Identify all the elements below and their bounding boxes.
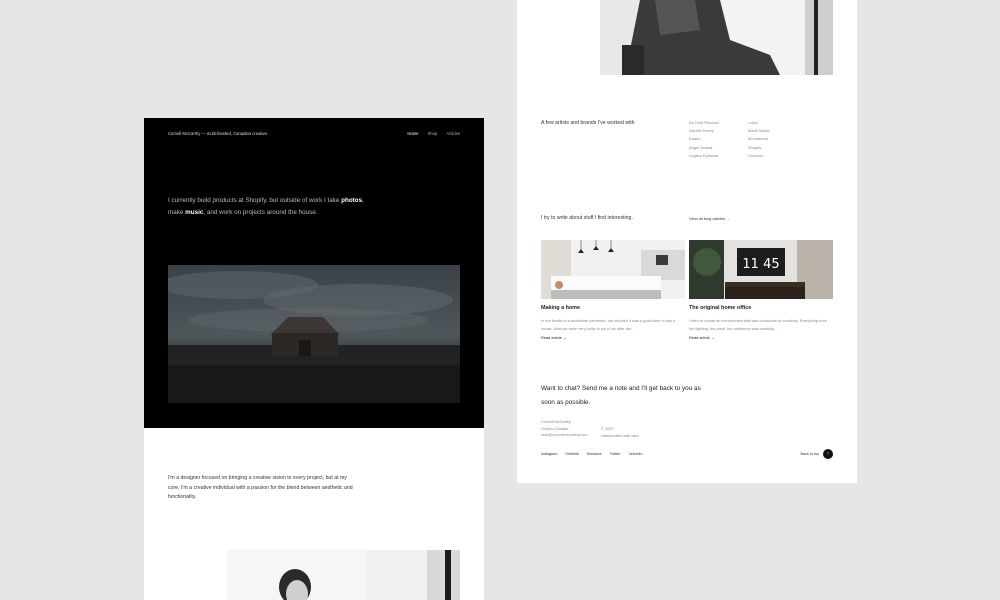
- about-text: I'm a designer focused on bringing a cre…: [168, 475, 353, 500]
- social-links: Instagram Dribbble Behance Twitter Linke…: [541, 452, 643, 456]
- intro-rest: , and work on projects around the house.: [203, 209, 318, 216]
- clock-display: 11 45: [742, 257, 779, 272]
- intro-line: I currently build products at Shopify, b…: [168, 197, 340, 204]
- client-item: Angel Acosta: [689, 144, 713, 150]
- view-all-articles-label: View all blog articles: [689, 216, 726, 221]
- arrow-right-icon: →: [726, 216, 731, 221]
- social-link-behance[interactable]: Behance: [587, 452, 602, 456]
- portrait-photo-seated: [600, 0, 833, 75]
- home-page-preview-lower: A few artists and brands I've worked wit…: [517, 0, 857, 483]
- back-to-top-label: Back to top: [800, 452, 819, 456]
- client-item: De Kind Records: [689, 120, 720, 125]
- article-card[interactable]: Making a home In the thralls of a worldw…: [541, 240, 685, 340]
- client-item: Kaabo: [689, 136, 701, 142]
- hero-section: Cornell McCarthy — multi-faceted, Canadi…: [144, 118, 484, 428]
- read-article-label: Read article: [541, 335, 562, 341]
- contact-info: Cornell McCarthy Ontario Canada mail@cor…: [541, 419, 587, 439]
- hero-photo-barn: [168, 265, 460, 403]
- handcrafted-note: Handcrafted with care: [601, 432, 639, 438]
- contact-email[interactable]: mail@cornellmccarthy.com: [541, 432, 587, 439]
- article-title[interactable]: Making a home: [541, 305, 685, 311]
- client-item: Lolos: [748, 120, 758, 125]
- client-item: Gareth Emery: [689, 128, 714, 134]
- clients-list: De Kind Records Lolos Gareth Emery Made …: [689, 120, 798, 158]
- home-page-preview: Cornell McCarthy — multi-faceted, Canadi…: [144, 118, 484, 600]
- arrow-right-icon: →: [709, 335, 715, 341]
- social-link-linkedin[interactable]: LinkedIn: [629, 452, 643, 456]
- intro-text: I currently build products at Shopify, b…: [168, 195, 368, 219]
- main-nav: Home Shop Articles: [407, 131, 460, 136]
- client-item: Legacy Eyewear: [689, 152, 719, 158]
- read-article-link[interactable]: Read article →: [689, 335, 833, 340]
- nav-link-shop[interactable]: Shop: [427, 131, 437, 136]
- clients-heading: A few artists and brands I've worked wit…: [541, 120, 635, 126]
- portrait-photo: [227, 550, 460, 600]
- site-brand[interactable]: Cornell McCarthy — multi-faceted, Canadi…: [168, 131, 268, 136]
- client-item: Monstercat: [748, 136, 768, 142]
- social-link-dribbble[interactable]: Dribbble: [565, 452, 579, 456]
- nav-link-articles[interactable]: Articles: [446, 131, 460, 136]
- intro-music[interactable]: music: [185, 209, 203, 216]
- footer-meta: © 2020 Handcrafted with care: [601, 426, 639, 439]
- kitchen-photo: [541, 240, 685, 299]
- arrow-up-icon: ↑: [823, 449, 833, 459]
- intro-photos[interactable]: photos: [341, 197, 362, 204]
- article-excerpt: I tried to create an environment that wa…: [689, 318, 827, 331]
- article-card[interactable]: 11 45 The original home office I tried t…: [689, 240, 833, 340]
- contact-cta: Want to chat? Send me a note and I'll ge…: [541, 385, 701, 406]
- read-article-label: Read article: [689, 335, 710, 341]
- client-item: Vicetone: [748, 152, 764, 158]
- social-link-twitter[interactable]: Twitter: [610, 452, 621, 456]
- article-excerpt: In the thralls of a worldwide pandemic, …: [541, 318, 676, 331]
- client-item: Shopify: [748, 144, 762, 150]
- home-office-photo: 11 45: [689, 240, 833, 299]
- back-to-top-button[interactable]: Back to top ↑: [801, 449, 833, 459]
- nav-link-home[interactable]: Home: [407, 131, 418, 136]
- article-title[interactable]: The original home office: [689, 305, 833, 311]
- arrow-right-icon: →: [561, 335, 567, 341]
- social-link-instagram[interactable]: Instagram: [541, 452, 557, 456]
- client-item: Made Music: [748, 128, 770, 134]
- read-article-link[interactable]: Read article →: [541, 335, 685, 340]
- view-all-articles-link[interactable]: View all blog articles →: [689, 216, 730, 221]
- articles-heading: I try to write about stuff I find intere…: [541, 215, 633, 221]
